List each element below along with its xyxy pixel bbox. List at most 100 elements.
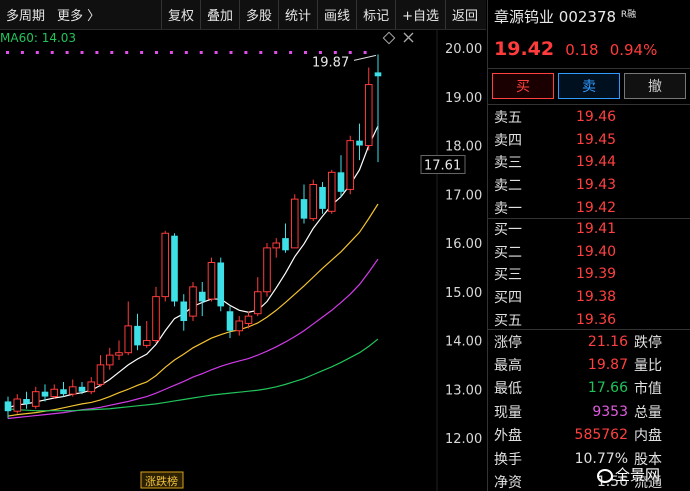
candle-body-down [78, 386, 86, 392]
margin-tag: R融 [620, 10, 637, 20]
y-tick-label: 12.00 [445, 432, 482, 447]
toolbar-button[interactable]: 多股 [239, 0, 278, 29]
candle-body-up [115, 352, 123, 356]
stat-label: 市值 [634, 381, 662, 398]
bid-row[interactable]: 买五 19.36 [494, 308, 616, 331]
sell-button[interactable]: 卖 [558, 73, 620, 99]
stat-label: 外盘 [494, 428, 522, 445]
top-marker-dot [274, 51, 278, 54]
top-marker-dot [140, 51, 144, 54]
price-change-pct: 0.94% [609, 41, 658, 59]
stock-code: 002378 [558, 8, 617, 26]
top-marker-dot [20, 51, 24, 54]
toolbar-button[interactable]: +自选 [395, 0, 445, 29]
candle-body-down [198, 291, 206, 302]
stat-value: 585762 [574, 427, 628, 444]
rank-badge-label: 涨跌榜 [145, 474, 178, 488]
ask-row[interactable]: 卖二 19.43 [494, 174, 616, 197]
candle-body-up [105, 354, 114, 366]
top-marker-dot [199, 51, 203, 54]
top-marker-dot [289, 51, 293, 54]
toolbar-button[interactable]: 复权 [160, 0, 200, 29]
bid-price: 19.39 [576, 266, 617, 283]
divider [488, 104, 690, 105]
buy-button[interactable]: 买 [492, 73, 554, 99]
ask-row[interactable]: 卖三 19.44 [494, 151, 616, 174]
ask-level-label: 卖四 [494, 132, 522, 149]
bid-price: 19.41 [576, 221, 617, 238]
bid-price: 19.40 [576, 243, 617, 260]
toolbar-left-item[interactable]: 更多 〉 [51, 0, 106, 29]
top-marker-dot [333, 51, 337, 54]
candle-body-down [374, 72, 382, 77]
high-annotation-label: 19.87 [312, 55, 349, 70]
toolbar-button[interactable]: 标记 [356, 0, 395, 29]
ask-row[interactable]: 卖四 19.45 [494, 129, 616, 152]
candle-body-down [23, 399, 30, 404]
stat-label: 涨停 [494, 334, 522, 351]
stock-name: 章源钨业 [494, 8, 555, 26]
top-marker-dot [80, 51, 84, 54]
candle-body-down [41, 391, 49, 397]
top-marker-dot [304, 51, 307, 54]
ask-level-label: 卖三 [494, 155, 522, 172]
top-marker-dot [229, 51, 233, 54]
toolbar-button[interactable]: 叠加 [200, 0, 239, 29]
stat-label: 现量 [494, 404, 522, 421]
ma60-value: 14.03 [41, 31, 77, 45]
bid-row[interactable]: 买四 19.38 [494, 286, 616, 309]
toolbar-right: 复权 叠加 多股 统计 画线 标记 +自选 返回 [160, 0, 484, 29]
bid-row[interactable]: 买二 19.40 [494, 241, 616, 264]
top-marker-dot [184, 51, 188, 54]
ma60-label: MA60: [0, 31, 38, 45]
toolbar-left: 多周期 更多 〉 [0, 0, 106, 29]
bid-row[interactable]: 买一 19.41 [494, 218, 616, 241]
bid-price: 19.38 [576, 289, 617, 306]
bid-level-label: 买三 [494, 267, 522, 284]
y-tick-label: 13.00 [445, 383, 482, 398]
y-tick-label: 18.00 [445, 140, 482, 155]
candle-body-down [171, 235, 178, 302]
stat-value: 21.16 [587, 333, 628, 350]
stock-header: 章源钨业 002378 R融 [494, 6, 636, 27]
y-tick-label: 20.00 [445, 42, 482, 57]
top-marker-dot [259, 51, 263, 54]
watermark-text: 全景网 [615, 466, 661, 484]
candlestick-chart[interactable]: 20.00 19.00 18.00 17.00 16.00 15.00 14.00 13.00… [0, 30, 486, 491]
bid-level-label: 买二 [494, 244, 522, 261]
candle-body-up [290, 198, 299, 249]
quote-panel: 章源钨业 002378 R融 19.42 0.18 0.94% 买 卖 撤 卖五… [487, 0, 690, 491]
toolbar-button[interactable]: 统计 [278, 0, 317, 29]
candle-body-up [253, 291, 262, 315]
ask-level-label: 卖二 [494, 178, 522, 195]
ask-level-label: 卖五 [494, 110, 522, 127]
stat-label: 最高 [494, 358, 522, 375]
ask-row[interactable]: 卖五 19.46 [494, 106, 616, 129]
ask-level-label: 卖一 [494, 200, 522, 217]
candle-body-up [142, 340, 151, 346]
chart-toolbar: 多周期 更多 〉 复权 叠加 多股 统计 画线 标记 +自选 返回 [0, 0, 486, 30]
top-marker-dot [244, 51, 248, 54]
top-marker-dot [50, 51, 54, 54]
candle-body-up [189, 286, 197, 317]
top-marker-dot [169, 51, 173, 54]
stat-value: 19.87 [587, 357, 628, 374]
toolbar-button[interactable]: 返回 [444, 0, 484, 29]
cancel-order-button[interactable]: 撤 [624, 73, 686, 99]
toolbar-button[interactable]: 画线 [317, 0, 356, 29]
toolbar-left-item[interactable]: 多周期 [0, 0, 51, 29]
price-change: 0.18 [565, 41, 599, 59]
divider [488, 68, 690, 69]
ask-row[interactable]: 卖一 19.42 [494, 196, 616, 219]
stat-label: 量比 [634, 358, 662, 375]
stat-row: 净资 1.56 流通 [494, 470, 690, 491]
last-price: 19.42 [494, 38, 555, 60]
candle-body-down [300, 199, 308, 219]
top-marker-dot [348, 51, 352, 54]
bid-level-label: 买五 [494, 312, 522, 329]
bid-row[interactable]: 买三 19.39 [494, 263, 616, 286]
high-annotation-arrow [353, 54, 377, 61]
candle-body-down [134, 325, 141, 346]
stat-row: 最低 17.66 市值 [494, 377, 690, 400]
current-price-label: 17.61 [424, 159, 461, 174]
